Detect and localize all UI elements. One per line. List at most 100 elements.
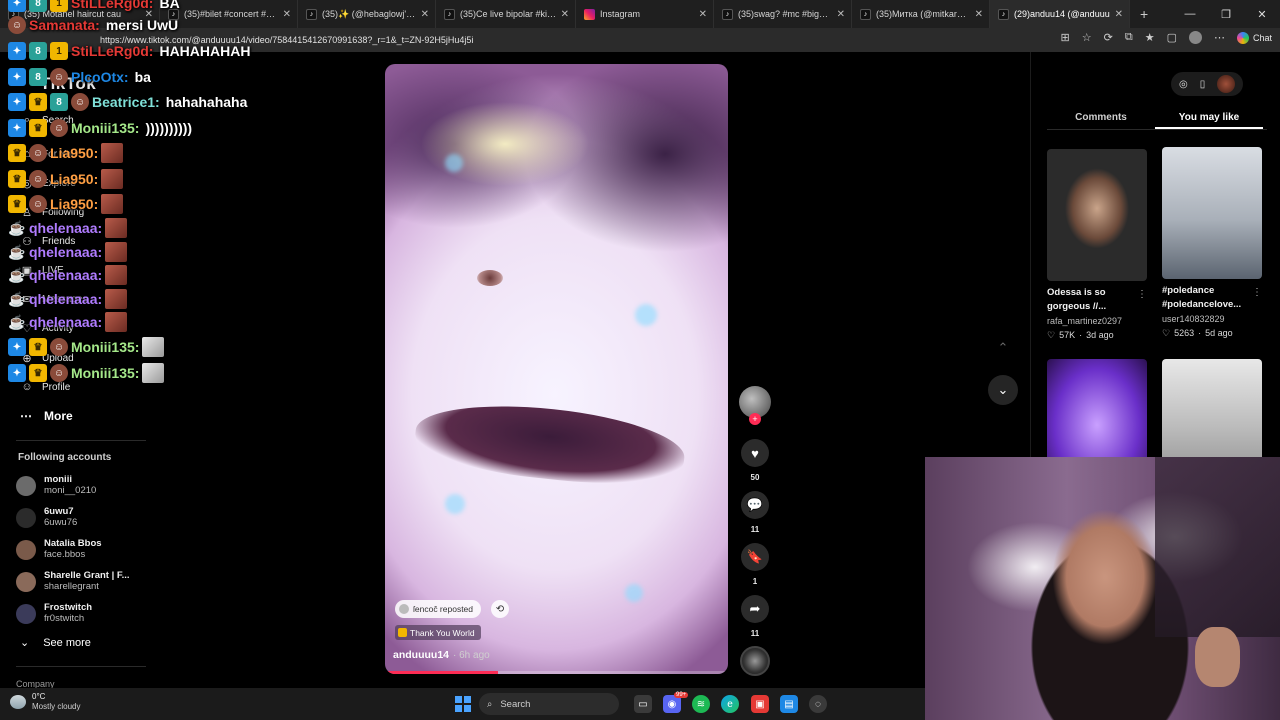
- following-account[interactable]: moniii moni__0210: [16, 474, 96, 497]
- weather-condition: Mostly cloudy: [32, 702, 81, 711]
- video-thumbnail[interactable]: [1047, 149, 1147, 281]
- tiktok-icon: ♪: [444, 8, 455, 20]
- close-icon[interactable]: ✕: [699, 9, 707, 20]
- following-account[interactable]: 6uwu7 6uwu76: [16, 506, 77, 529]
- chat-message: ✦ ♛ ☺ Moniii135:: [8, 363, 165, 383]
- repost-indicator[interactable]: ſencoĉ reposted: [395, 600, 482, 618]
- browser-tab[interactable]: ♪ (35)✨ (@hebaglowj's) videc ✕: [298, 0, 436, 28]
- more-options-icon[interactable]: ⋮: [1252, 287, 1262, 298]
- crown-badge-icon: ♛: [29, 93, 47, 111]
- spotify-icon[interactable]: ≋: [692, 695, 710, 713]
- following-account[interactable]: Natalia Bbos face.bbos: [16, 538, 102, 561]
- video-player[interactable]: ſencoĉ reposted ⟲ Thank You World anduuu…: [385, 64, 728, 674]
- device-icon[interactable]: ▯: [1200, 79, 1206, 90]
- following-accounts-title: Following accounts: [18, 452, 112, 463]
- save-button[interactable]: 🔖: [741, 543, 769, 571]
- sound-disc-icon[interactable]: [740, 646, 770, 676]
- browser-tab[interactable]: Instagram ✕: [576, 0, 714, 28]
- follow-plus-icon[interactable]: +: [749, 413, 761, 425]
- account-handle: 6uwu76: [44, 517, 78, 528]
- bits-badge-icon: ✦: [8, 0, 26, 12]
- user-avatar-icon: ☺: [71, 93, 89, 111]
- following-account[interactable]: Sharelle Grant | F... sharellegrant: [16, 570, 130, 593]
- heart-icon: ♥: [751, 445, 759, 461]
- cloud-icon: [10, 695, 26, 709]
- menu-icon[interactable]: ⋯: [1214, 31, 1225, 44]
- repost-icon[interactable]: ⟲: [491, 600, 509, 618]
- close-icon[interactable]: ✕: [561, 9, 569, 20]
- chat-message: ☕ qhelenaaa:: [8, 289, 128, 309]
- taskbar-search[interactable]: ⌕ Search: [479, 693, 619, 715]
- level-badge-icon: 1: [50, 42, 68, 60]
- user-avatar[interactable]: [1217, 75, 1236, 93]
- nav-more-button[interactable]: ⋯ More: [20, 409, 73, 423]
- card-user: user140832829: [1162, 314, 1225, 324]
- video-thumbnail[interactable]: [1162, 147, 1262, 279]
- close-icon[interactable]: ✕: [1115, 9, 1123, 20]
- tab-you-may-like[interactable]: You may like: [1155, 108, 1263, 129]
- close-icon[interactable]: ✕: [837, 9, 845, 20]
- video-frame-detail: [477, 270, 503, 286]
- more-options-icon[interactable]: ⋮: [1137, 289, 1147, 300]
- sound-tag[interactable]: Thank You World: [395, 625, 481, 640]
- maximize-icon[interactable]: ❐: [1208, 0, 1244, 28]
- minimize-icon[interactable]: —: [1172, 0, 1208, 28]
- comment-count: 11: [750, 525, 760, 534]
- chat-text: hahahahaha: [165, 94, 248, 110]
- close-window-icon[interactable]: ✕: [1244, 0, 1280, 28]
- browser-tab[interactable]: ♪ (35)Митка (@mitkarangelov ✕: [852, 0, 990, 28]
- previous-video-button[interactable]: ⌃: [988, 333, 1018, 363]
- close-icon[interactable]: ✕: [421, 9, 429, 20]
- compass-icon[interactable]: ◎: [1179, 79, 1188, 90]
- recommended-video-card[interactable]: Odessa is so gorgeous //... rafa_martine…: [1047, 149, 1147, 341]
- app-icon[interactable]: ◌: [809, 695, 827, 713]
- like-button[interactable]: ♥: [741, 439, 769, 467]
- favorites-icon[interactable]: ★: [1145, 31, 1155, 44]
- app-icon[interactable]: ▣: [751, 695, 769, 713]
- divider: [16, 666, 146, 667]
- favorite-star-icon[interactable]: ☆: [1082, 31, 1092, 44]
- edge-icon[interactable]: e: [721, 695, 739, 713]
- browser-tab-active[interactable]: ♪ (29)anduu14 (@anduuu ✕: [990, 0, 1130, 28]
- browser-tab[interactable]: ♪ (35)Ce live bipolar #kickstre ✕: [436, 0, 576, 28]
- chat-username: qhelenaaa:: [29, 244, 103, 260]
- split-screen-icon[interactable]: ▢: [1167, 31, 1177, 44]
- video-author[interactable]: anduuuu14 · 6h ago: [393, 649, 490, 661]
- tab-comments[interactable]: Comments: [1047, 108, 1155, 129]
- like-count: 50: [750, 473, 760, 482]
- temperature: 0°C: [32, 692, 46, 701]
- task-view-icon[interactable]: ▭: [634, 695, 652, 713]
- repost-label: ſencoĉ reposted: [413, 604, 474, 614]
- see-more-button[interactable]: ⌄ See more: [20, 636, 91, 650]
- avatar: [16, 475, 36, 496]
- tab-label: (35)Ce live bipolar #kickstre: [460, 9, 557, 19]
- comment-button[interactable]: 💬: [741, 491, 769, 519]
- crown-badge-icon: ♛: [29, 119, 47, 137]
- emote-icon: [101, 194, 124, 214]
- close-icon[interactable]: ✕: [975, 9, 983, 20]
- refresh-icon[interactable]: ⟳: [1104, 31, 1113, 44]
- emote-icon: [105, 218, 128, 238]
- chat-text: ba: [134, 69, 151, 85]
- subscriber-badge-icon: 8: [29, 0, 47, 12]
- store-icon[interactable]: ▤: [780, 695, 798, 713]
- new-tab-button[interactable]: +: [1140, 6, 1148, 22]
- emote-icon: [105, 312, 128, 332]
- progress-bar[interactable]: [385, 671, 499, 674]
- subscriber-badge-icon: 8: [29, 68, 47, 86]
- recommended-video-card[interactable]: #poledance #poledancelove... user1408328…: [1162, 147, 1262, 339]
- account-name: 6uwu7: [44, 506, 74, 517]
- chat-username: Lia950:: [50, 145, 99, 161]
- copilot-chat-button[interactable]: Chat: [1236, 31, 1272, 44]
- next-video-button[interactable]: ⌄: [988, 375, 1018, 405]
- extensions-icon[interactable]: ⧉: [1125, 31, 1133, 44]
- weather-widget[interactable]: 0°C Mostly cloudy: [10, 692, 80, 712]
- chat-username: Samanata:: [29, 17, 100, 33]
- coffee-badge-icon: ☕: [8, 219, 26, 236]
- read-aloud-icon[interactable]: ⊞: [1061, 31, 1070, 44]
- share-button[interactable]: ➦: [741, 595, 769, 623]
- start-button[interactable]: [455, 696, 471, 712]
- profile-avatar[interactable]: [1188, 31, 1202, 44]
- browser-tab[interactable]: ♪ (35)swag? #mc #bigmac #u ✕: [714, 0, 852, 28]
- following-account[interactable]: Frostwitch fr0stwitch: [16, 602, 92, 625]
